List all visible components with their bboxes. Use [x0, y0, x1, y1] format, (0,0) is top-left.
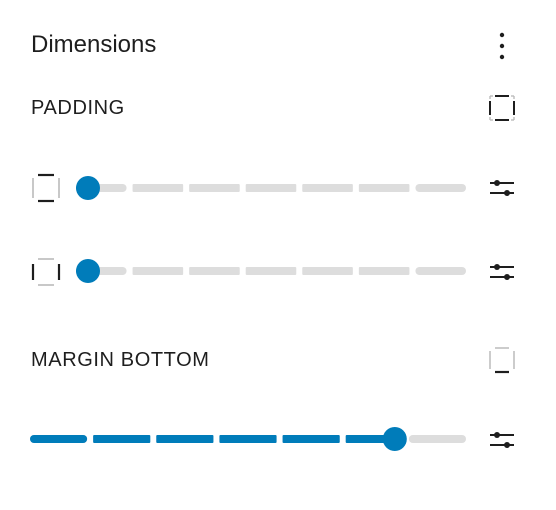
slider-track-segment [132, 267, 184, 275]
padding-horizontal-settings-button[interactable] [485, 255, 519, 289]
panel-title: Dimensions [31, 31, 157, 58]
margin-bottom-slider[interactable] [30, 427, 466, 451]
sides-all-icon [489, 95, 515, 121]
padding-horizontal-side-indicator [30, 256, 62, 288]
slider-track-segment [189, 184, 240, 192]
slider-fill-segment [93, 435, 151, 443]
slider-track-segment [132, 184, 184, 192]
settings-sliders-icon [490, 432, 514, 448]
padding-label: PADDING [31, 97, 125, 119]
slider-fill-segment [156, 435, 214, 443]
slider-track-segment [358, 184, 410, 192]
padding-link-sides-button[interactable] [485, 91, 519, 125]
slider-track-segment [358, 267, 410, 275]
slider-track-segment [245, 267, 297, 275]
slider-track-segment [415, 267, 466, 275]
sides-horizontal-icon [31, 258, 61, 286]
slider-thumb [382, 427, 407, 451]
settings-sliders-icon [490, 264, 514, 280]
slider-track-segment [302, 184, 353, 192]
padding-vertical-slider[interactable] [76, 176, 466, 200]
settings-sliders-icon [490, 180, 514, 196]
margin-bottom-side-button[interactable] [485, 343, 519, 377]
side-bottom-icon [489, 347, 515, 374]
slider-fill-segment [30, 435, 88, 443]
panel-options-button[interactable] [484, 28, 520, 64]
slider-track-segment [408, 435, 466, 443]
slider-track-segment [415, 184, 466, 192]
margin-bottom-label: MARGIN BOTTOM [31, 349, 210, 371]
padding-horizontal-slider[interactable] [76, 259, 466, 283]
slider-track-segment [189, 267, 240, 275]
sides-vertical-icon [32, 173, 60, 203]
padding-vertical-side-indicator [30, 172, 62, 204]
slider-track-segment [302, 267, 353, 275]
padding-vertical-settings-button[interactable] [485, 171, 519, 205]
slider-fill-segment [282, 435, 340, 443]
slider-thumb [76, 176, 100, 200]
more-vertical-icon [499, 32, 505, 60]
margin-bottom-settings-button[interactable] [485, 423, 519, 457]
slider-track-segment [245, 184, 297, 192]
slider-thumb [76, 259, 100, 283]
slider-fill-segment [219, 435, 277, 443]
